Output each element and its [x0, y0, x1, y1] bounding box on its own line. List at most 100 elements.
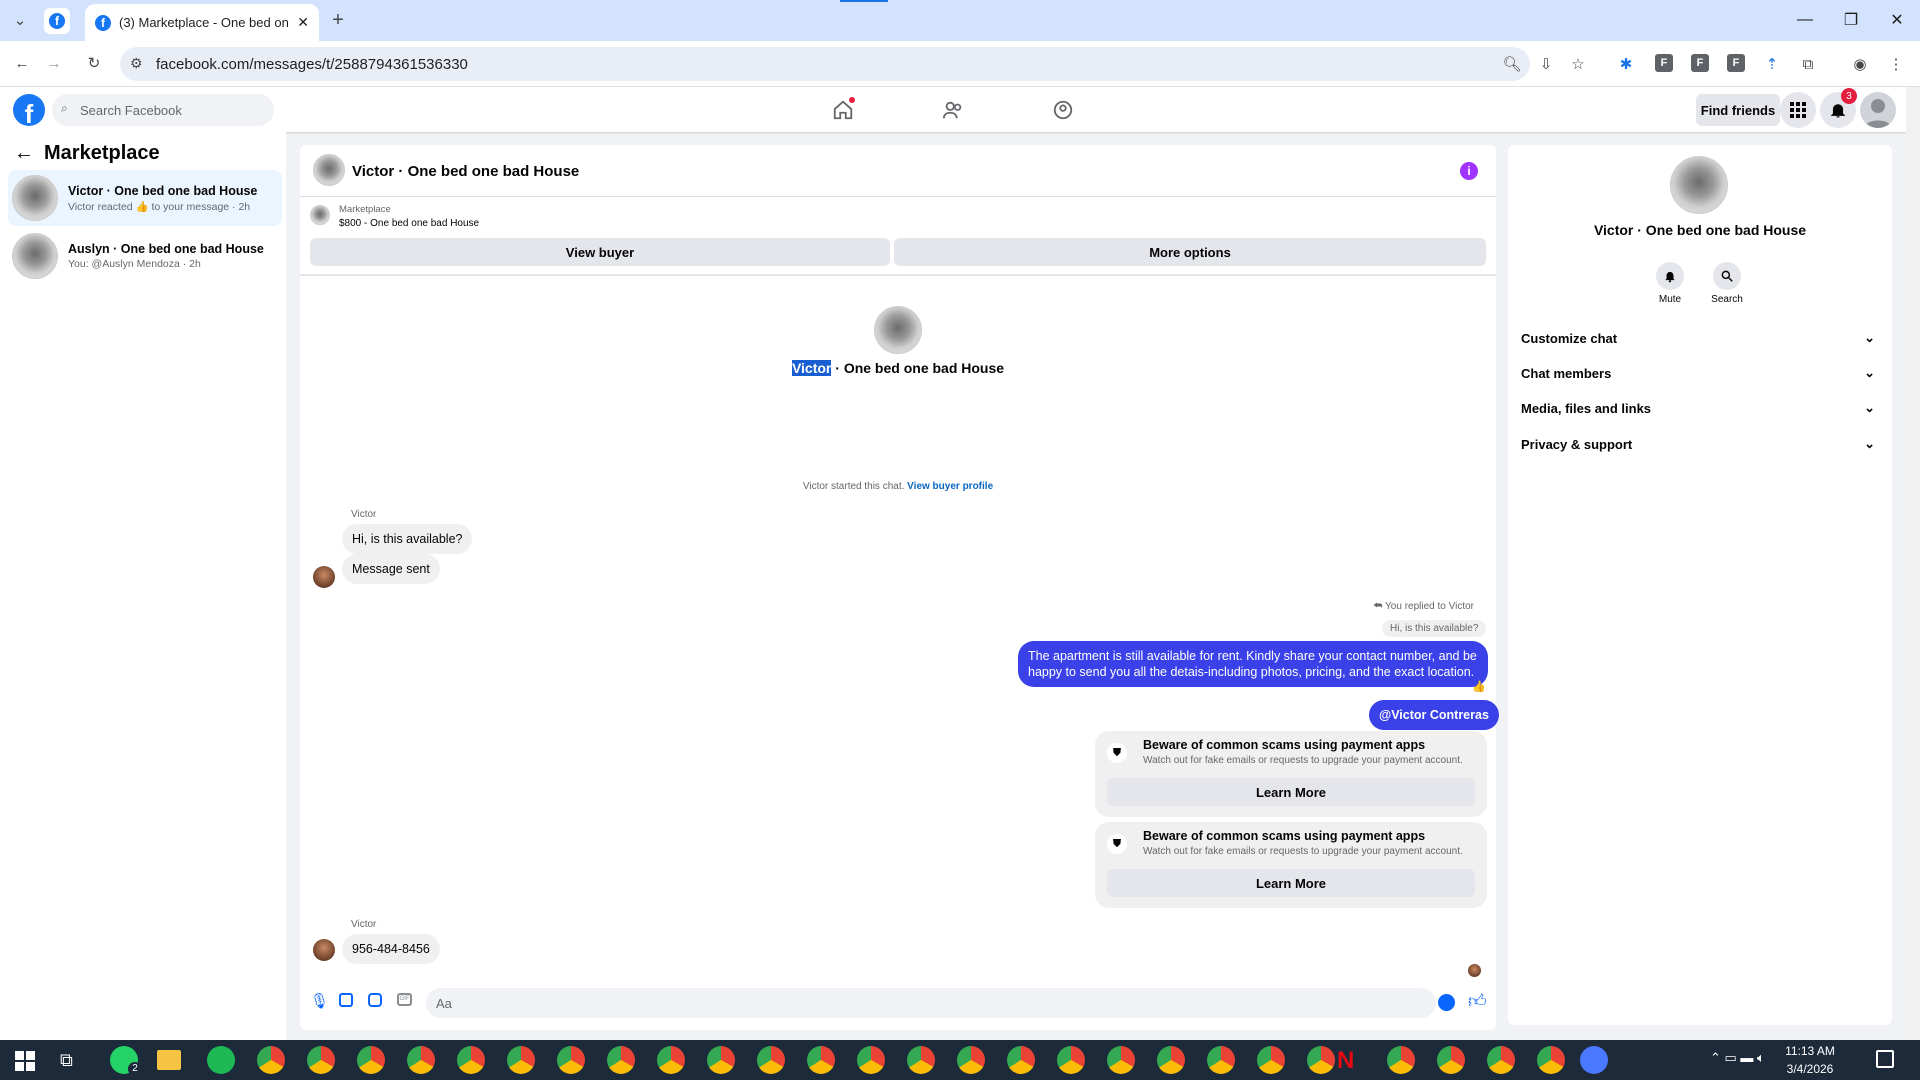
microphone-icon[interactable]: 🎙︎ — [310, 992, 329, 1010]
chrome-icon[interactable] — [1307, 1046, 1335, 1074]
zoom-icon[interactable]: 🔍︎ — [1498, 50, 1526, 78]
browser-menu-icon[interactable]: ⋮ — [1882, 50, 1910, 78]
extension-f-icon[interactable]: F — [1691, 54, 1709, 72]
chrome-icon[interactable] — [407, 1046, 435, 1074]
app-icon[interactable] — [1580, 1046, 1608, 1074]
back-arrow-icon[interactable]: ← — [14, 142, 34, 165]
chrome-icon[interactable] — [707, 1046, 735, 1074]
chrome-icon[interactable] — [657, 1046, 685, 1074]
info-icon[interactable]: i — [1460, 162, 1478, 180]
conversation-item[interactable]: Victor · One bed one bad House Victor re… — [8, 170, 282, 226]
chrome-icon[interactable] — [257, 1046, 285, 1074]
learn-more-button[interactable]: Learn More — [1107, 778, 1475, 806]
menu-grid-icon[interactable] — [1780, 92, 1816, 128]
mute-bell-icon[interactable] — [1656, 262, 1684, 290]
thumbs-up-reaction-icon[interactable]: 👍 — [1472, 680, 1486, 693]
new-tab-icon[interactable]: + — [324, 6, 352, 34]
chat-profile-avatar[interactable] — [874, 306, 922, 354]
chrome-icon[interactable] — [457, 1046, 485, 1074]
message-bubble-sent[interactable]: The apartment is still available for ren… — [1018, 641, 1488, 687]
more-options-button[interactable]: More options — [894, 238, 1486, 266]
upload-extension-icon[interactable]: ⇡ — [1758, 50, 1786, 78]
back-icon[interactable]: ← — [8, 49, 36, 77]
file-explorer-icon[interactable] — [157, 1050, 181, 1070]
chrome-icon[interactable] — [1207, 1046, 1235, 1074]
netflix-icon[interactable]: N — [1337, 1047, 1354, 1075]
privacy-support-section[interactable]: Privacy & support ⌄ — [1521, 429, 1881, 459]
chrome-icon[interactable] — [957, 1046, 985, 1074]
close-window-icon[interactable]: ✕ — [1874, 8, 1920, 32]
chrome-icon[interactable] — [1437, 1046, 1465, 1074]
quoted-message[interactable]: Hi, is this available? — [1382, 620, 1487, 637]
close-tab-icon[interactable]: ✕ — [297, 14, 309, 31]
profile-icon[interactable]: ◉ — [1846, 50, 1874, 78]
chat-header-avatar[interactable] — [313, 154, 345, 186]
chrome-icon[interactable] — [1387, 1046, 1415, 1074]
pinned-tab[interactable]: f — [44, 8, 70, 34]
search-chat-icon[interactable] — [1713, 262, 1741, 290]
account-avatar[interactable] — [1860, 92, 1896, 128]
emoji-icon[interactable] — [1438, 994, 1455, 1011]
tab-marketplace[interactable]: f (3) Marketplace - One bed one ✕ — [85, 4, 319, 41]
chrome-icon[interactable] — [1107, 1046, 1135, 1074]
puzzle-extension-icon[interactable]: ✱ — [1612, 50, 1640, 78]
info-avatar[interactable] — [1670, 156, 1728, 214]
photo-icon[interactable] — [339, 993, 353, 1007]
notification-center-icon[interactable] — [1876, 1050, 1894, 1068]
clock-time[interactable]: 11:13 AM — [1760, 1044, 1860, 1058]
view-buyer-button[interactable]: View buyer — [310, 238, 890, 266]
task-view-icon[interactable]: ⧉ — [60, 1050, 73, 1071]
chat-header-title[interactable]: Victor · One bed one bad House — [352, 163, 579, 180]
sender-avatar[interactable] — [313, 939, 335, 961]
install-icon[interactable]: ⇩ — [1532, 50, 1560, 78]
chrome-icon[interactable] — [1157, 1046, 1185, 1074]
bookmark-star-icon[interactable]: ☆ — [1564, 50, 1592, 78]
reload-icon[interactable]: ↻ — [80, 49, 108, 77]
chrome-icon[interactable] — [557, 1046, 585, 1074]
mention-bubble[interactable]: @Victor Contreras — [1369, 700, 1499, 730]
facebook-logo[interactable]: f — [13, 94, 45, 126]
extensions-menu-icon[interactable]: ⧉ — [1794, 50, 1822, 78]
message-bubble[interactable]: Message sent — [342, 554, 440, 584]
system-tray-icons[interactable]: ⌃ ▭ ▬ 🔈︎ — [1710, 1050, 1765, 1066]
sender-avatar[interactable] — [313, 566, 335, 588]
chrome-icon[interactable] — [1487, 1046, 1515, 1074]
chrome-icon[interactable] — [1257, 1046, 1285, 1074]
gif-icon[interactable]: GIF — [397, 993, 412, 1006]
chrome-icon[interactable] — [507, 1046, 535, 1074]
chrome-icon[interactable] — [607, 1046, 635, 1074]
chrome-icon[interactable] — [1007, 1046, 1035, 1074]
chrome-icon[interactable] — [357, 1046, 385, 1074]
extension-f-icon[interactable]: F — [1727, 54, 1745, 72]
sticker-icon[interactable] — [368, 993, 382, 1007]
chrome-icon[interactable] — [907, 1046, 935, 1074]
message-bubble[interactable]: 956-484-8456 — [342, 934, 440, 964]
site-info-icon[interactable]: ⚙ — [130, 55, 143, 72]
home-icon[interactable] — [828, 95, 858, 125]
learn-more-button[interactable]: Learn More — [1107, 869, 1475, 897]
address-bar[interactable]: ⚙ facebook.com/messages/t/25887943615363… — [120, 47, 1530, 81]
conversation-item[interactable]: Auslyn · One bed one bad House You: @Aus… — [8, 228, 282, 284]
chrome-icon[interactable] — [1537, 1046, 1565, 1074]
customize-chat-section[interactable]: Customize chat ⌄ — [1521, 323, 1881, 353]
forward-icon[interactable]: → — [40, 49, 68, 77]
media-files-links-section[interactable]: Media, files and links ⌄ — [1521, 393, 1881, 423]
clock-date[interactable]: 3/4/2026 — [1760, 1062, 1860, 1076]
windows-start-icon[interactable] — [15, 1051, 35, 1071]
tab-search-chevron-icon[interactable]: ⌄ — [6, 6, 34, 34]
groups-icon[interactable] — [1048, 95, 1078, 125]
restore-icon[interactable]: ❐ — [1828, 8, 1874, 32]
friends-icon[interactable] — [938, 95, 968, 125]
message-input[interactable]: Aa — [426, 988, 1436, 1018]
listing-detail[interactable]: $800 - One bed one bad House — [339, 218, 479, 229]
chrome-icon[interactable] — [857, 1046, 885, 1074]
chrome-icon[interactable] — [807, 1046, 835, 1074]
chrome-icon[interactable] — [1057, 1046, 1085, 1074]
find-friends-button[interactable]: Find friends — [1696, 94, 1780, 126]
chrome-icon[interactable] — [757, 1046, 785, 1074]
search-facebook-input[interactable]: ⌕ Search Facebook — [52, 94, 274, 126]
extension-f-icon[interactable]: F — [1655, 54, 1673, 72]
chrome-icon[interactable] — [307, 1046, 335, 1074]
view-buyer-profile-link[interactable]: View buyer profile — [907, 481, 993, 492]
page-scrollbar[interactable] — [1906, 87, 1920, 1040]
